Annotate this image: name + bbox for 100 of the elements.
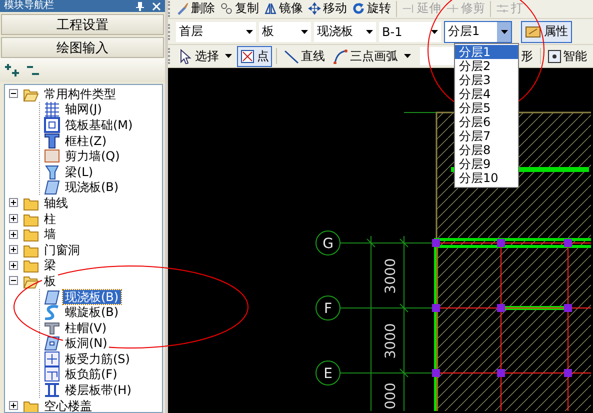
copy-icon [220,2,233,15]
tree-item[interactable]: 墙 [42,227,58,242]
column-marker [497,369,505,377]
column-marker [497,304,505,312]
tree-item[interactable]: 常用构件类型 [42,86,118,101]
expand-icon[interactable] [9,198,20,208]
dropdown-option[interactable]: 分层1 [455,45,518,59]
collapse-all-icon[interactable] [26,63,40,77]
tree-item[interactable]: 柱 [42,212,58,226]
dropdown-option[interactable]: 分层6 [455,115,518,129]
tree-item[interactable]: 楼层板带(H) [63,383,134,398]
properties-button[interactable]: 属性 [521,20,572,42]
column-marker [432,239,440,247]
dropdown-option[interactable]: 分层7 [455,129,518,143]
dropdown-option[interactable]: 分层10 [455,171,518,185]
toolbar-button[interactable]: 旋转 [350,0,393,16]
slab-icon [44,288,60,305]
toolbar-button[interactable]: 直线 [281,46,328,66]
toolbar-button[interactable]: 三点画弧 [330,46,414,66]
point-icon [240,48,255,64]
toolbar-button[interactable]: 点 [237,46,272,66]
tree-item[interactable]: 板受力筋(S) [63,352,132,366]
mirror-icon [264,2,277,15]
dimension-text: 3000 [383,258,399,294]
dropdown-option[interactable]: 分层5 [455,101,518,115]
extend-icon [402,2,415,15]
column-cap-icon [44,320,60,336]
tree-item[interactable]: 梁 [42,258,58,272]
axis-label: F [324,301,332,317]
tree-item[interactable]: 轴网(J) [63,102,104,116]
column-marker [497,239,505,247]
properties-icon [525,24,541,38]
dropdown-field[interactable]: 现浇板 [314,22,376,42]
axis-bubble [316,296,340,320]
beam-icon [44,164,60,180]
collapse-icon[interactable] [9,276,20,286]
dropdown-field[interactable]: B-1 [379,22,441,42]
tree-item[interactable]: 门窗洞 [42,242,82,257]
toolbar-button[interactable]: 移动 [306,0,349,16]
tree-item[interactable]: 板 [42,274,58,288]
dimension-text: 3000 [383,323,399,359]
raft-icon [44,116,60,133]
expand-icon[interactable] [9,214,20,224]
arc-icon [333,48,348,64]
toolbar-button[interactable]: 镜像 [262,0,305,16]
dropdown-option[interactable]: 分层9 [455,157,518,171]
rebar-icon [44,366,60,382]
tree-item[interactable]: 螺旋板(B) [63,305,121,320]
tree-item[interactable]: 梁(L) [63,164,96,179]
column-marker [564,304,572,312]
brush-icon [176,2,189,15]
expand-icon[interactable] [9,230,20,239]
dimension-text: 000 [383,382,399,410]
toolbar-button[interactable]: 智能 [545,46,590,66]
column-marker [564,369,572,377]
grid-line [404,112,436,113]
expand-icon[interactable] [9,245,20,254]
caret-icon [404,54,411,58]
expand-all-icon[interactable] [4,63,20,77]
caret-icon [225,54,232,58]
section-button[interactable]: 绘图输入 [1,37,164,58]
collapse-icon[interactable] [9,89,20,98]
toolbar-button[interactable]: 删除 [174,0,217,16]
tree-item[interactable]: 柱帽(V) [63,320,109,335]
cursor-icon [178,48,193,64]
toolbar-button[interactable]: 复制 [218,0,261,16]
column-icon [44,132,60,149]
tree-item[interactable]: 筏板基础(M) [63,118,135,132]
dropdown-option[interactable]: 分层3 [455,73,518,87]
rotate-icon [352,2,365,15]
dropdown-field[interactable]: 分层1 [444,20,512,42]
caret-icon [300,30,308,34]
smart-layout-icon [548,50,561,62]
dropdown-field[interactable]: 板 [259,22,311,42]
close-icon[interactable] [152,2,161,10]
toolbar-button[interactable]: 形 [518,46,536,66]
slab-icon [44,179,60,196]
toolbar-button[interactable]: 选择 [175,46,235,66]
dropdown-option[interactable]: 分层4 [455,87,518,101]
caret-icon [366,30,372,34]
tree-item[interactable]: 轴线 [42,196,70,210]
move-icon [308,2,321,15]
expand-icon[interactable] [9,260,20,270]
expand-icon[interactable] [9,401,20,410]
pin-icon[interactable] [136,2,144,10]
tree-item[interactable]: 现浇板(B) [63,290,121,304]
dropdown-option[interactable]: 分层2 [455,59,518,73]
tree-item[interactable]: 框柱(Z) [63,134,109,148]
tree-item[interactable]: 空心楼盖 [42,398,94,412]
axis-bubble [316,360,340,386]
section-button[interactable]: 工程设置 [1,14,164,35]
tree-item[interactable]: 板负筋(F) [63,367,120,382]
tree-item[interactable]: 板洞(N) [63,336,110,350]
tree-item[interactable]: 剪力墙(Q) [63,149,122,164]
slab-band-icon [44,382,60,398]
dropdown-option[interactable]: 分层8 [455,143,518,157]
dropdown-field[interactable]: 首层 [176,22,256,42]
axis-label: E [324,366,332,382]
column-marker [432,369,440,377]
tree-item[interactable]: 现浇板(B) [63,180,121,194]
